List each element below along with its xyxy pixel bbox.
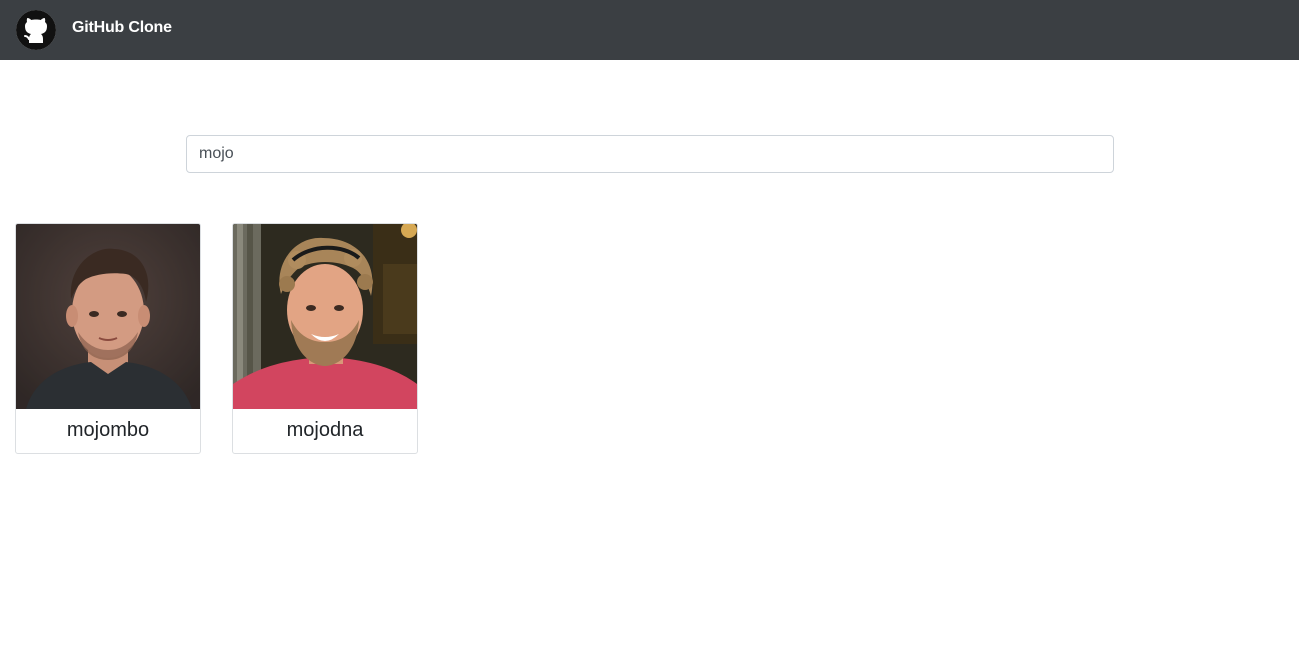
user-card[interactable]: mojombo: [15, 223, 201, 454]
navbar: GitHub Clone: [0, 0, 1299, 60]
avatar: [16, 224, 200, 409]
search-input[interactable]: [186, 135, 1114, 173]
user-card[interactable]: mojodna: [232, 223, 418, 454]
brand-title[interactable]: GitHub Clone: [72, 19, 172, 37]
user-login: mojodna: [286, 419, 364, 441]
user-login: mojombo: [66, 419, 150, 441]
github-logo-icon[interactable]: [16, 10, 56, 50]
avatar: [233, 224, 417, 409]
